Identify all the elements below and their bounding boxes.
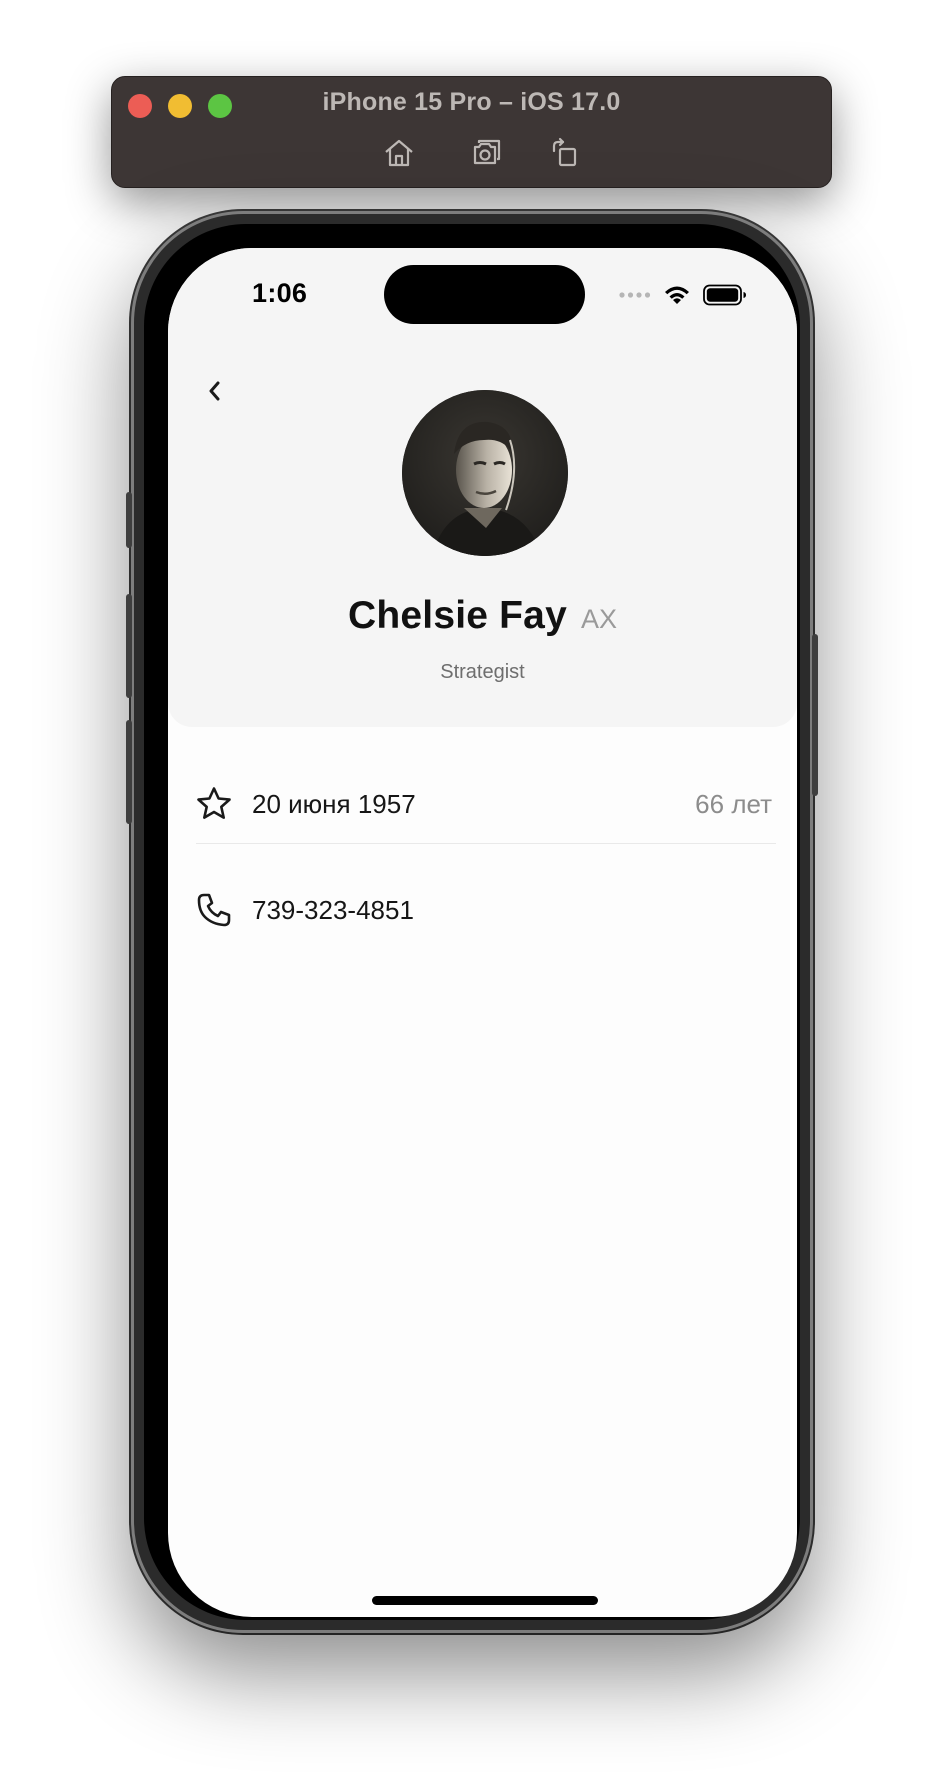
simulator-toolbar: iPhone 15 Pro – iOS 17.0 xyxy=(111,76,832,188)
phone-number[interactable]: 739-323-4851 xyxy=(252,895,414,926)
home-indicator[interactable] xyxy=(372,1596,598,1605)
row-divider xyxy=(196,843,776,844)
status-time: 1:06 xyxy=(252,278,308,308)
dynamic-island xyxy=(384,265,585,324)
chevron-left-icon xyxy=(209,381,220,401)
home-icon xyxy=(385,139,413,167)
birthday-row: 20 июня 1957 66 лет xyxy=(194,784,772,824)
phone-icon xyxy=(194,890,234,930)
portrait-photo xyxy=(402,390,568,556)
phone-row[interactable]: 739-323-4851 xyxy=(194,890,772,930)
screenshot-icon xyxy=(473,139,501,165)
profile-avatar xyxy=(402,390,568,556)
rotate-button[interactable] xyxy=(545,135,585,171)
wifi-icon xyxy=(665,286,689,304)
profile-header: 1:06 Chelsie Fay AX Strategist xyxy=(168,248,797,727)
stage: iPhone 15 Pro – iOS 17.0 1:06 Chelsie Fa… xyxy=(0,0,944,1786)
device-bezel: 1:06 Chelsie Fay AX Strategist 20 июня 1… xyxy=(144,224,800,1620)
profile-code: AX xyxy=(580,604,617,634)
star-icon xyxy=(194,784,234,824)
age-value: 66 лет xyxy=(695,788,772,819)
home-button[interactable] xyxy=(379,135,419,171)
device-screen: 1:06 Chelsie Fay AX Strategist 20 июня 1… xyxy=(168,248,797,1617)
rotate-icon xyxy=(552,137,577,167)
screenshot-button[interactable] xyxy=(467,135,507,171)
birthday-date: 20 июня 1957 xyxy=(252,788,416,819)
name-row: Chelsie Fay AX xyxy=(168,594,797,638)
profile-role: Strategist xyxy=(440,661,525,683)
back-button[interactable] xyxy=(198,374,232,408)
profile-name: Chelsie Fay xyxy=(348,594,567,637)
battery-icon xyxy=(703,284,746,306)
volume-up-button[interactable] xyxy=(126,594,132,698)
volume-down-button[interactable] xyxy=(126,720,132,824)
power-button[interactable] xyxy=(812,634,818,796)
cellular-signal-icon xyxy=(619,292,651,298)
simulator-title: iPhone 15 Pro – iOS 17.0 xyxy=(322,88,621,116)
iphone-device-frame: 1:06 Chelsie Fay AX Strategist 20 июня 1… xyxy=(126,211,818,1633)
status-icons xyxy=(619,284,747,306)
action-button[interactable] xyxy=(126,492,132,548)
